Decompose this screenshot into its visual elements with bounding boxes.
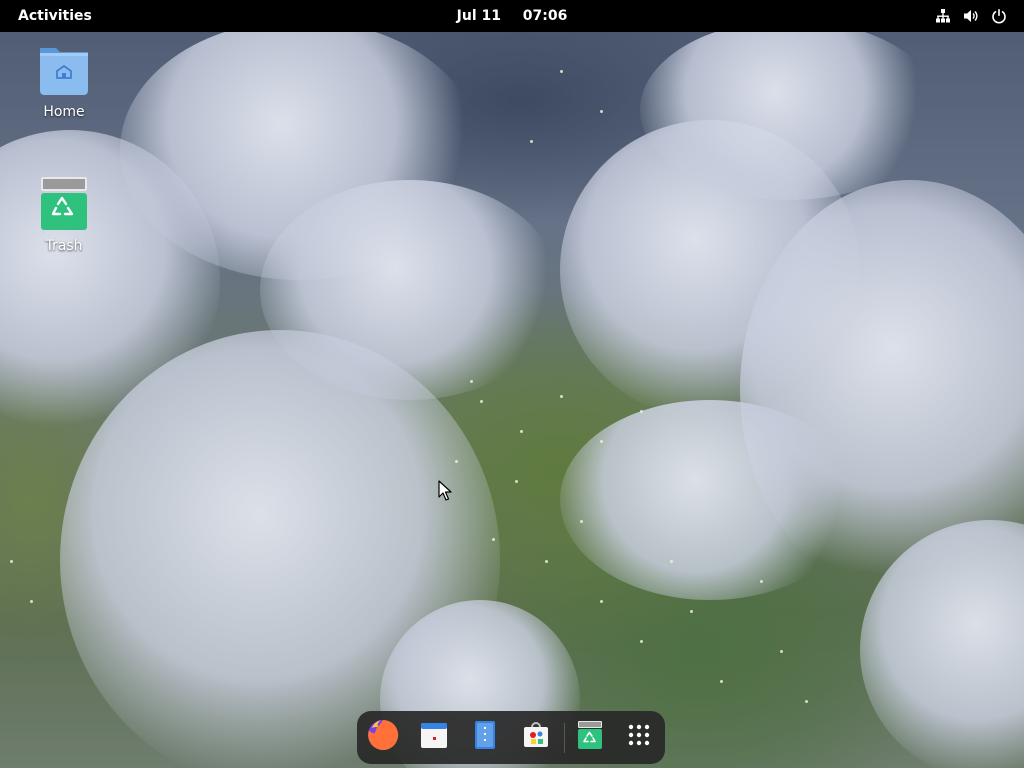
network-wired-icon xyxy=(932,5,954,27)
desktop-icon-label: Home xyxy=(43,104,85,120)
date-time-menu: Jul 11 07:06 xyxy=(0,4,1024,28)
dock-item-text-editor[interactable] xyxy=(467,719,503,755)
desktop-icon-trash[interactable]: Trash xyxy=(14,176,114,254)
firefox-icon xyxy=(366,718,400,756)
clock-time: 07:06 xyxy=(522,8,568,24)
clock-button[interactable]: Jul 11 07:06 xyxy=(441,8,584,24)
dock-item-calendar[interactable] xyxy=(416,719,452,755)
dock-item-firefox[interactable] xyxy=(365,719,401,755)
power-icon xyxy=(988,5,1010,27)
dock-item-software[interactable] xyxy=(518,719,554,755)
trash-icon xyxy=(575,720,605,754)
desktop-icon-label: Trash xyxy=(45,238,83,254)
top-bar: Activities Jul 11 07:06 xyxy=(0,0,1024,32)
clock-date: Jul 11 xyxy=(456,8,501,24)
trash-icon xyxy=(36,176,92,232)
app-grid-icon xyxy=(627,723,651,751)
software-store-icon xyxy=(521,720,551,754)
mouse-pointer-icon xyxy=(438,480,452,506)
dock-separator xyxy=(564,723,565,753)
desktop-icon-home[interactable]: Home xyxy=(14,42,114,120)
dock xyxy=(357,711,665,764)
home-folder-icon xyxy=(36,42,92,98)
calendar-icon xyxy=(419,720,449,754)
text-editor-icon xyxy=(470,720,500,754)
dock-item-show-applications[interactable] xyxy=(621,719,657,755)
activities-button[interactable]: Activities xyxy=(8,4,102,28)
dock-item-trash[interactable] xyxy=(572,719,608,755)
volume-icon xyxy=(960,5,982,27)
desktop-wallpaper xyxy=(0,0,1024,768)
system-status-menu[interactable] xyxy=(926,4,1016,28)
